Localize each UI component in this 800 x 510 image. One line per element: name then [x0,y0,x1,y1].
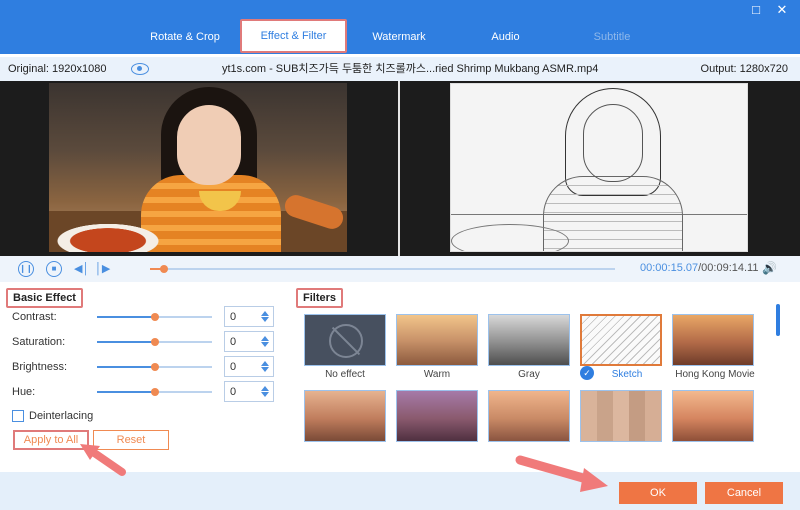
file-name: yt1s.com - SUB치즈가득 두툼한 치즈롤까스...ried Shri… [222,63,599,75]
time-readout: 00:00:15.07/00:09:14.11 [640,262,758,274]
output-preview [450,83,748,252]
hue-fill [97,391,155,393]
brightness-value: 0 [230,361,237,373]
filter-gray[interactable] [488,314,570,366]
contrast-value: 0 [230,311,237,323]
increment-icon[interactable] [261,386,269,391]
restore-icon[interactable]: □ [748,2,764,18]
contrast-handle[interactable] [150,313,159,321]
filter-thumbnail[interactable] [672,390,754,442]
stop-icon[interactable]: ■ [46,261,62,277]
hue-label: Hue: [12,386,36,398]
tab-rotate-crop[interactable]: Rotate & Crop [140,22,230,52]
decrement-icon[interactable] [261,342,269,347]
saturation-value: 0 [230,336,237,348]
deinterlacing-checkbox[interactable] [12,410,24,422]
brightness-stepper[interactable]: 0 [224,356,274,377]
current-time: 00:00:15.07 [640,262,699,274]
saturation-handle[interactable] [150,338,159,346]
filters-scrollbar[interactable] [776,304,780,336]
preview-divider [398,81,400,256]
saturation-stepper[interactable]: 0 [224,331,274,352]
tab-audio[interactable]: Audio [478,22,533,52]
saturation-slider[interactable] [97,338,212,346]
filter-thumbnail[interactable] [580,390,662,442]
file-info-bar: Original: 1920x1080 yt1s.com - SUB치즈가득 두… [0,57,800,81]
brightness-label: Brightness: [12,361,68,373]
eye-icon[interactable] [131,63,149,75]
annotation-arrow-ok [515,455,608,492]
brightness-slider[interactable] [97,363,212,371]
annotation-arrow-apply [80,444,126,476]
filter-hong-kong-movie[interactable] [672,314,754,366]
deinterlacing-label: Deinterlacing [29,410,94,422]
filter-thumbnail[interactable] [396,390,478,442]
hue-slider[interactable] [97,388,212,396]
progress-track[interactable] [150,265,615,273]
total-time: /00:09:14.11 [698,262,759,274]
filter-label-warm: Warm [423,369,451,380]
hue-handle[interactable] [150,388,159,396]
increment-icon[interactable] [261,336,269,341]
filter-thumbnail[interactable] [488,390,570,442]
output-resolution: Output: 1280x720 [700,63,788,75]
contrast-fill [97,316,155,318]
filter-label-gray: Gray [518,369,540,380]
original-resolution: Original: 1920x1080 [8,63,107,75]
volume-icon[interactable]: 🔊 [762,261,778,277]
decrement-icon[interactable] [261,367,269,372]
filter-label-hong-kong-movie: Hong Kong Movie [675,369,755,380]
decrement-icon[interactable] [261,392,269,397]
filter-no-effect[interactable] [304,314,386,366]
decrement-icon[interactable] [261,317,269,322]
prev-frame-icon[interactable]: ◀│ [74,262,89,276]
ok-button[interactable]: OK [619,482,697,504]
tabs: Rotate & Crop Effect & Filter Watermark … [0,18,800,54]
pause-icon[interactable]: ❙❙ [18,261,34,277]
tab-watermark[interactable]: Watermark [360,22,438,52]
filter-label-sketch: Sketch [611,369,643,380]
brightness-fill [97,366,155,368]
preview-area [0,81,800,256]
hue-stepper[interactable]: 0 [224,381,274,402]
close-icon[interactable]: ✕ [774,2,790,18]
filters-title: Filters [296,288,344,308]
next-frame-icon[interactable]: │▶ [95,262,110,276]
cancel-button[interactable]: Cancel [705,482,783,504]
contrast-stepper[interactable]: 0 [224,306,274,327]
basic-effect-title: Basic Effect [6,288,83,308]
filter-label-no-effect: No effect [325,369,365,380]
saturation-label: Saturation: [12,336,66,348]
tab-bar: □ ✕ Rotate & Crop Effect & Filter Waterm… [0,0,800,54]
original-preview [49,83,347,252]
contrast-slider[interactable] [97,313,212,321]
tab-subtitle[interactable]: Subtitle [582,22,642,52]
brightness-handle[interactable] [150,363,159,371]
saturation-fill [97,341,155,343]
filter-warm[interactable] [396,314,478,366]
tab-effect-filter[interactable]: Effect & Filter [240,19,347,53]
increment-icon[interactable] [261,311,269,316]
contrast-label: Contrast: [12,311,57,323]
increment-icon[interactable] [261,361,269,366]
progress-handle[interactable] [159,265,168,273]
playback-bar: ❙❙ ■ ◀│ │▶ 00:00:15.07/00:09:14.11 🔊 [0,256,800,282]
filter-thumbnail[interactable] [304,390,386,442]
hue-value: 0 [230,386,237,398]
filter-sketch[interactable] [580,314,662,366]
